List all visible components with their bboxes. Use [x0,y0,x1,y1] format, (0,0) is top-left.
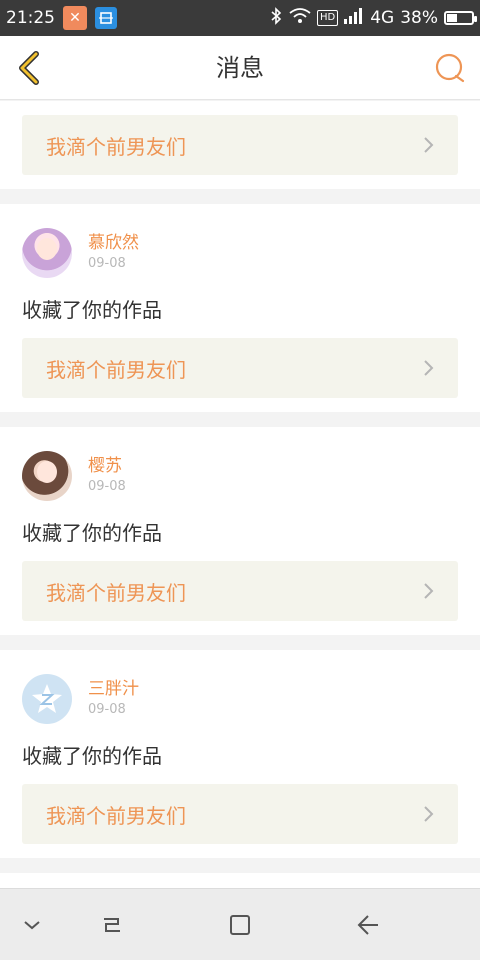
message-list: 我滴个前男友们 慕欣然 09-08 收藏了你的作品 我滴个前男友们 樱苏 09-… [0,101,480,893]
message-date: 09-08 [88,702,126,717]
work-link[interactable]: 我滴个前男友们 [22,338,458,398]
avatar[interactable] [22,451,72,501]
message-header: 慕欣然 09-08 [22,228,458,278]
default-avatar-icon [32,684,62,713]
message-date: 09-08 [88,479,126,494]
chevron-right-icon [424,583,434,599]
chevron-down-icon [24,921,40,930]
avatar[interactable] [22,228,72,278]
work-link-label: 我滴个前男友们 [46,580,186,605]
search-button[interactable] [434,52,466,84]
battery-fill [447,14,457,22]
nav-recent-button[interactable] [98,911,126,939]
work-link-label: 我滴个前男友们 [46,357,186,382]
work-link-label: 我滴个前男友们 [46,134,186,159]
message-header: 樱苏 09-08 [22,451,458,501]
message-date: 09-08 [88,256,126,271]
battery-icon [444,11,477,25]
message-card: 我滴个前男友们 [0,101,480,189]
nav-back-button[interactable] [354,911,382,939]
chevron-right-icon [424,806,434,822]
network-label: 4G [370,8,395,28]
battery-percent: 38% [400,8,438,28]
message-card: 慕欣然 09-08 收藏了你的作品 我滴个前男友们 [0,204,480,412]
back-arrow-icon [357,915,378,935]
wifi-icon [289,7,311,29]
action-text: 收藏了你的作品 [22,521,162,545]
work-link-label: 我滴个前男友们 [46,803,186,828]
home-icon [230,915,250,935]
status-time: 21:25 [6,8,55,28]
chevron-right-icon [424,360,434,376]
action-text: 收藏了你的作品 [22,744,162,768]
status-bar: 21:25 ✕ HD 4G 38% [0,0,480,36]
page-title: 消息 [216,54,264,82]
action-text: 收藏了你的作品 [22,298,162,322]
app-x-icon: ✕ [63,6,87,30]
nav-home-button[interactable] [226,911,254,939]
title-bar: 消息 [0,36,480,100]
recent-apps-icon [104,918,120,932]
work-link[interactable]: 我滴个前男友们 [22,561,458,621]
chevron-right-icon [424,137,434,153]
username[interactable]: 三胖汁 [88,678,139,700]
bluetooth-icon [269,6,283,30]
avatar[interactable] [22,674,72,724]
message-header: 三胖汁 09-08 [22,674,458,724]
work-link[interactable]: 我滴个前男友们 [22,784,458,844]
status-right: HD 4G 38% [269,6,477,30]
username[interactable]: 慕欣然 [88,232,139,254]
user-meta: 慕欣然 09-08 [88,232,139,274]
screenshot-app-icon [95,7,117,29]
user-meta: 三胖汁 09-08 [88,678,139,720]
user-meta: 樱苏 09-08 [88,455,126,497]
system-nav-bar [0,888,480,960]
nav-collapse-button[interactable] [18,911,46,939]
username[interactable]: 樱苏 [88,455,126,477]
message-card: 三胖汁 09-08 收藏了你的作品 我滴个前男友们 [0,650,480,858]
message-card: 樱苏 09-08 收藏了你的作品 我滴个前男友们 [0,427,480,635]
search-icon [435,53,465,83]
signal-icon [344,7,364,29]
work-link[interactable]: 我滴个前男友们 [22,115,458,175]
hd-badge: HD [316,10,339,26]
